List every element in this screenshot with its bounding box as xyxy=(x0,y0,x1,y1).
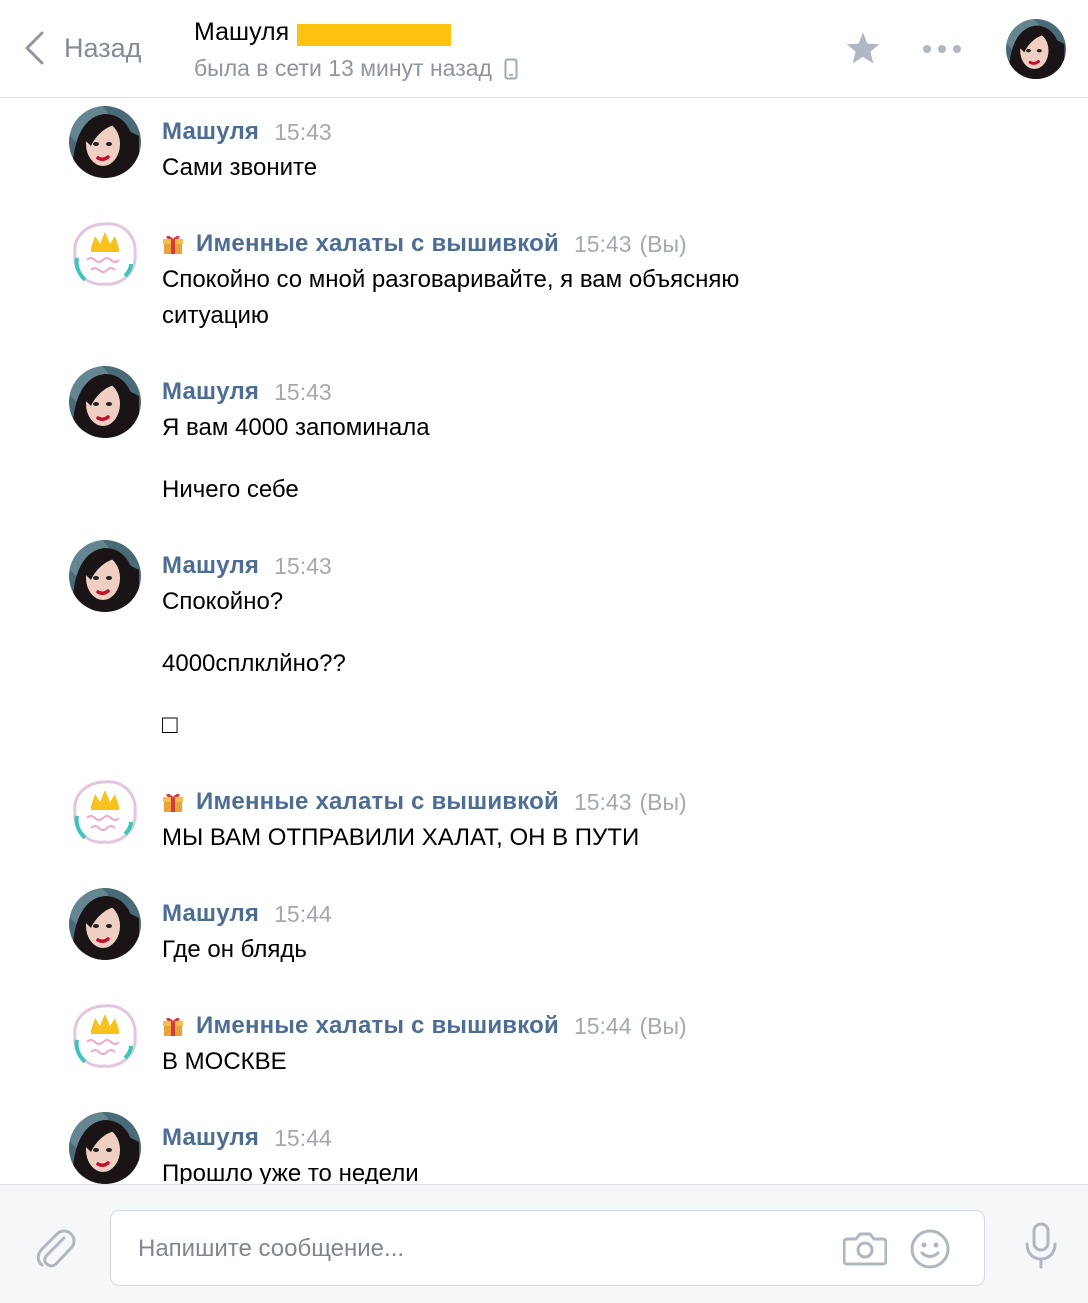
message-time[interactable]: 15:43 xyxy=(274,119,332,146)
author-name[interactable]: Именные халаты с вышивкой xyxy=(196,788,559,816)
message-text: Я вам 4000 запоминала xyxy=(162,414,430,441)
you-label: (Вы) xyxy=(639,1012,687,1039)
message-text: Сами звоните xyxy=(162,154,318,181)
chat-header: Назад Машуля была в сети 13 минут назад xyxy=(0,0,1088,98)
message-input[interactable]: Напишите сообщение... xyxy=(110,1210,985,1286)
author-name[interactable]: Машуля xyxy=(162,1124,259,1152)
message-meta: Именные халаты с вышивкой 15:43 (Вы) xyxy=(162,230,687,258)
message-time[interactable]: 15:43 xyxy=(274,553,332,580)
message-meta: Именные халаты с вышивкой 15:44 (Вы) xyxy=(162,1012,687,1040)
back-label: Назад xyxy=(64,32,142,63)
camera-icon[interactable] xyxy=(843,1229,887,1267)
avatar[interactable] xyxy=(69,366,141,438)
message-text: Ничего себе xyxy=(162,476,299,503)
message-time[interactable]: 15:43 xyxy=(574,231,632,258)
author-name[interactable]: Машуля xyxy=(162,900,259,928)
avatar[interactable] xyxy=(69,218,141,290)
peer-name[interactable]: Машуля xyxy=(194,18,452,47)
message: Машуля 15:44 Где он блядь xyxy=(0,888,1088,988)
message-text: Спокойно? xyxy=(162,588,284,615)
gift-icon xyxy=(162,233,184,255)
you-label: (Вы) xyxy=(639,788,687,815)
author-name[interactable]: Именные халаты с вышивкой xyxy=(196,230,559,258)
microphone-icon[interactable] xyxy=(1022,1222,1060,1270)
message-time[interactable]: 15:43 xyxy=(274,379,332,406)
message-meta: Машуля 15:43 xyxy=(162,378,332,406)
composer: Напишите сообщение... xyxy=(0,1184,1088,1303)
avatar[interactable] xyxy=(69,776,141,848)
paperclip-icon[interactable] xyxy=(34,1224,76,1270)
message-meta: Машуля 15:44 xyxy=(162,900,332,928)
chevron-left-icon xyxy=(25,31,44,65)
star-icon[interactable] xyxy=(845,31,881,65)
message-text: ситуацию xyxy=(162,302,269,329)
message-meta: Машуля 15:43 xyxy=(162,552,332,580)
message-time[interactable]: 15:44 xyxy=(574,1013,632,1040)
avatar[interactable] xyxy=(69,1000,141,1072)
author-name[interactable]: Машуля xyxy=(162,552,259,580)
message: Машуля 15:44 Прошло уже то недели xyxy=(0,1112,1088,1184)
gift-icon xyxy=(162,791,184,813)
back-button[interactable]: Назад xyxy=(24,28,141,68)
message-meta: Именные халаты с вышивкой 15:43 (Вы) xyxy=(162,788,687,816)
gift-icon xyxy=(162,1015,184,1037)
message: Именные халаты с вышивкой 15:43 (Вы) МЫ … xyxy=(0,776,1088,876)
peer-status-text: была в сети 13 минут назад xyxy=(194,55,492,81)
message-text: Где он блядь xyxy=(162,936,307,963)
message-time[interactable]: 15:44 xyxy=(274,901,332,928)
you-label: (Вы) xyxy=(639,230,687,257)
smile-icon[interactable] xyxy=(909,1228,951,1270)
peer-name-text: Машуля xyxy=(194,18,290,46)
avatar[interactable] xyxy=(69,540,141,612)
chat-window: Назад Машуля была в сети 13 минут назад xyxy=(0,0,1088,1303)
message-meta: Машуля 15:43 xyxy=(162,118,332,146)
author-name[interactable]: Именные халаты с вышивкой xyxy=(196,1012,559,1040)
peer-avatar[interactable] xyxy=(1006,19,1066,79)
peer-status: была в сети 13 минут назад xyxy=(194,55,518,82)
message-time[interactable]: 15:44 xyxy=(274,1125,332,1152)
message-input-placeholder: Напишите сообщение... xyxy=(138,1235,405,1262)
author-name[interactable]: Машуля xyxy=(162,378,259,406)
message: Именные халаты с вышивкой 15:43 (Вы) Спо… xyxy=(0,218,1088,358)
avatar[interactable] xyxy=(69,888,141,960)
message: Машуля 15:43 Сами звоните xyxy=(0,106,1088,216)
message: Машуля 15:43 Спокойно? 4000сплклйно?? □ xyxy=(0,540,1088,760)
mobile-icon xyxy=(504,58,518,79)
more-icon[interactable] xyxy=(922,44,962,54)
message: Машуля 15:43 Я вам 4000 запоминала Ничег… xyxy=(0,366,1088,526)
avatar[interactable] xyxy=(69,1112,141,1184)
message-text: МЫ ВАМ ОТПРАВИЛИ ХАЛАТ, ОН В ПУТИ xyxy=(162,824,640,851)
message-text: Спокойно со мной разговаривайте, я вам о… xyxy=(162,266,740,293)
avatar[interactable] xyxy=(69,106,141,178)
message-meta: Машуля 15:44 xyxy=(162,1124,332,1152)
message-history[interactable]: Машуля 15:43 Сами звоните Именные халаты… xyxy=(0,98,1088,1184)
message-time[interactable]: 15:43 xyxy=(574,789,632,816)
message: Именные халаты с вышивкой 15:44 (Вы) В М… xyxy=(0,1000,1088,1100)
author-name[interactable]: Машуля xyxy=(162,118,259,146)
message-text: 4000сплклйно?? xyxy=(162,650,346,677)
message-text: В МОСКВЕ xyxy=(162,1048,287,1075)
message-text: Прошло уже то недели xyxy=(162,1160,419,1184)
redaction-bar xyxy=(297,23,452,46)
message-text: □ xyxy=(162,709,178,739)
